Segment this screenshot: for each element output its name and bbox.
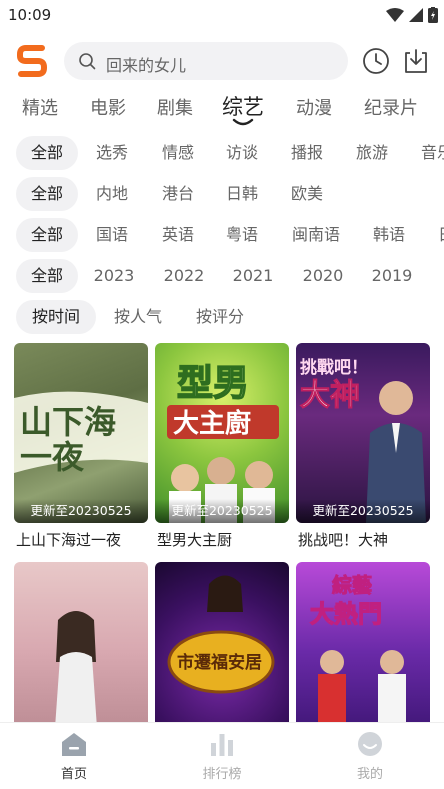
tab-documentary[interactable]: 纪录片 [364,94,418,120]
status-bar: 10:09 [0,0,444,30]
poster-title-line1: 挑戰吧！ [300,357,368,378]
filter-chip[interactable]: 2022 [158,259,210,293]
filter-sort: 按时间 按人气 按评分 [0,300,444,334]
filter-chip[interactable]: 粤语 [218,218,266,252]
filter-chip[interactable]: 欧美 [283,177,331,211]
poster-thumbnail: 挑戰吧！ 大神 更新至20230525 [296,343,430,523]
filter-chip[interactable]: 日韩 [218,177,266,211]
update-badge: 更新至20230525 [155,499,289,523]
filter-chip[interactable]: 2023 [88,259,140,293]
filter-chip[interactable]: 音乐 [413,136,444,170]
filter-chip[interactable]: 旅游 [348,136,396,170]
poster-art: 綜藝 大熱門 [309,573,406,742]
battery-icon [428,7,438,23]
history-icon[interactable] [362,47,390,75]
tab-movies[interactable]: 电影 [90,94,126,120]
poster-thumbnail: 山下海 一夜 更新至20230525 [14,343,148,523]
filter-chip[interactable]: 日语 [430,218,444,252]
nav-label: 我的 [356,767,383,782]
poster-title-line1: 綜藝 [332,573,372,597]
poster-title-line1: 山下海 [20,403,116,441]
sort-chip[interactable]: 按人气 [106,300,170,334]
poster-title-line2: 大神 [300,378,360,413]
filter-chip[interactable]: 国语 [88,218,136,252]
nav-home[interactable]: 首页 [34,731,114,782]
filter-chip[interactable]: 选秀 [88,136,136,170]
poster-thumbnail: 綜藝 大熱門 [296,562,430,742]
nav-profile[interactable]: 我的 [330,731,410,782]
profile-icon [358,732,382,756]
filter-chip[interactable]: 韩语 [365,218,413,252]
category-tabs: 精选 电影 剧集 综艺 动漫 纪录片 [0,88,444,128]
nav-label: 排行榜 [202,767,242,782]
tab-variety[interactable]: 综艺 [222,91,264,121]
card-title: 挑战吧！大神 [298,531,389,549]
poster-thumbnail: 型男 大主廚 更新至20230525 [155,343,289,523]
signal-icon [409,8,423,22]
poster-thumbnail: 市遷福安居 [155,562,289,742]
app-logo-icon[interactable] [16,44,48,78]
filter-chip[interactable]: 闽南语 [284,218,348,252]
search-input[interactable]: 回来的女儿 [106,52,186,76]
ranking-icon [211,734,233,756]
filter-year: 全部 2023 2022 2021 2020 2019 [0,259,444,293]
nav-label: 首页 [60,767,87,782]
bottom-navigation: 首页 排行榜 我的 [0,722,444,789]
poster-art [54,611,98,742]
poster-title-line2: 一夜 [20,438,85,476]
update-badge: 更新至20230525 [14,499,148,523]
update-badge: 更新至20230525 [296,499,430,523]
filter-chip[interactable]: 全部 [16,136,78,170]
search-icon [79,53,96,70]
filter-chip[interactable]: 港台 [154,177,202,211]
poster-title-line2: 大主廚 [173,408,251,439]
filter-language: 全部 国语 英语 粤语 闽南语 韩语 日语 [0,218,444,252]
card-title: 型男大主厨 [157,531,233,549]
filter-chip[interactable]: 情感 [154,136,202,170]
nav-ranking[interactable]: 排行榜 [182,731,262,782]
active-tab-indicator [232,118,254,126]
home-icon [62,733,86,756]
filter-chip[interactable]: 全部 [16,177,78,211]
sort-chip[interactable]: 按评分 [188,300,252,334]
filter-chip[interactable]: 全部 [16,259,78,293]
filter-chip[interactable]: 2019 [366,259,418,293]
poster-title-line2: 大熱門 [310,600,382,628]
filter-chip[interactable]: 2021 [227,259,279,293]
poster-art: 市遷福安居 [167,575,275,694]
poster-art: 挑戰吧！ 大神 [300,357,426,523]
filter-chip[interactable]: 内地 [88,177,136,211]
poster-title: 市遷福安居 [177,652,262,673]
top-bar: 回来的女儿 [0,38,444,84]
tab-series[interactable]: 剧集 [157,94,193,120]
filter-chip[interactable]: 2020 [297,259,349,293]
wifi-icon [386,8,404,22]
filter-chip[interactable]: 播报 [283,136,331,170]
card-title: 上山下海过一夜 [16,531,122,549]
tab-anime[interactable]: 动漫 [296,94,332,120]
search-bar[interactable]: 回来的女儿 [64,42,348,80]
filter-genre: 全部 选秀 情感 访谈 播报 旅游 音乐 [0,136,444,170]
filter-chip[interactable]: 全部 [16,218,78,252]
tab-featured[interactable]: 精选 [22,94,58,120]
filter-chip[interactable]: 访谈 [218,136,266,170]
filter-chip[interactable]: 英语 [154,218,202,252]
poster-art: 山下海 一夜 [14,391,148,476]
poster-title-line1: 型男 [177,363,249,404]
status-time: 10:09 [8,6,52,24]
filter-region: 全部 内地 港台 日韩 欧美 [0,177,444,211]
download-icon[interactable] [402,47,430,75]
poster-art: 型男 大主廚 [167,362,279,523]
poster-thumbnail [14,562,148,742]
sort-chip[interactable]: 按时间 [16,300,96,334]
